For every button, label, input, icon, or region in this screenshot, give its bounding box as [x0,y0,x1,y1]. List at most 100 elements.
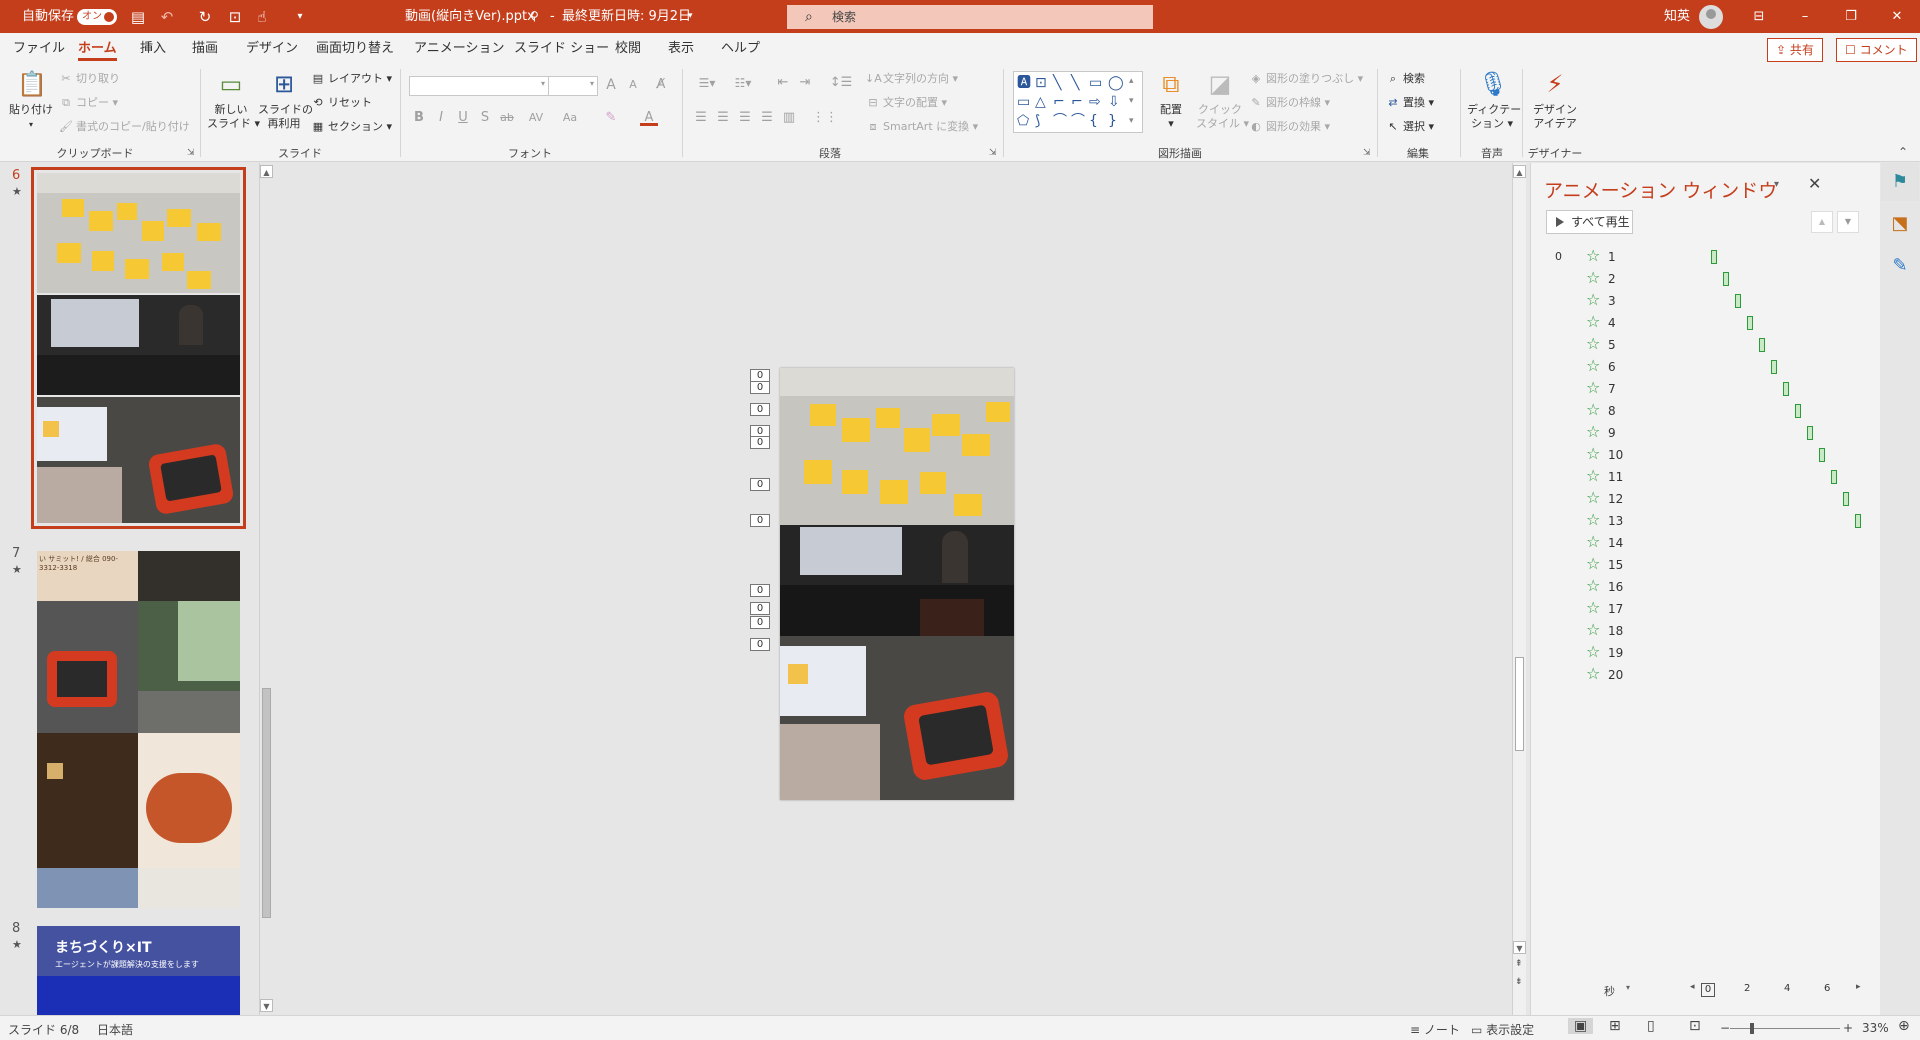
tab-help[interactable]: ヘルプ [721,33,760,65]
tab-insert[interactable]: 挿入 [140,33,166,65]
timeline-bar[interactable] [1819,448,1825,462]
animation-item[interactable]: ☆ 7 [1531,378,1881,400]
photo-presentation-room[interactable] [780,525,1014,636]
animation-item[interactable]: ☆ 6 [1531,356,1881,378]
user-name[interactable]: 知英 [1664,0,1690,33]
slide-thumbnail-7[interactable]: い サミット! / 総合 090-3312-3318 [37,551,240,908]
smartart-button[interactable]: ⧈ SmartArt に変換 ▾ [865,117,979,137]
shape-effects-button[interactable]: ◐ 図形の効果 ▾ [1248,117,1330,137]
design-ideas-button[interactable]: ⚡ デザイン アイデア [1529,69,1581,131]
comments-button[interactable]: ☐ コメント [1836,38,1917,62]
close-window-icon[interactable]: ✕ [1874,0,1920,33]
next-slide-icon[interactable]: ⇟ [1515,977,1523,987]
align-left-icon[interactable]: ☰ [692,108,710,128]
animation-item[interactable]: ☆ 12 [1531,488,1881,510]
tab-draw[interactable]: 描画 [192,33,218,65]
animation-item[interactable]: ☆ 5 [1531,334,1881,356]
animation-tag[interactable]: 0 [750,381,770,394]
numbering-icon[interactable]: ☷▾ [728,73,758,93]
last-saved[interactable]: 最終更新日時: 9月2日 [562,0,691,33]
tab-animations[interactable]: アニメーション [414,33,504,65]
align-text-button[interactable]: ⊟ 文字の配置 ▾ [865,93,947,113]
timeline-bar[interactable] [1759,338,1765,352]
timeline-bar[interactable] [1855,514,1861,528]
close-pane-icon[interactable]: ✕ [1808,174,1821,193]
tab-file[interactable]: ファイル [13,33,65,65]
slide-thumbnail-6[interactable] [31,167,246,529]
redo-icon[interactable]: ↻ [195,7,215,27]
photo-sticky-notes[interactable] [780,368,1014,525]
animation-tag[interactable]: 0 [750,602,770,615]
animation-item[interactable]: ☆ 15 [1531,554,1881,576]
shapes-gallery[interactable]: 🅰 ⊡ ╲ ╲ ▭ ◯ ▭ △ ⌐ ⌐ ⇨ ⇩ ⬠ ⟆ ⌒ ⌒{} ▴ ▾ ▾ [1013,71,1143,133]
align-right-icon[interactable]: ☰ [736,108,754,128]
highlight-icon[interactable]: ✎ [602,108,620,128]
display-settings-button[interactable]: ▭ 表示設定 [1471,1021,1534,1038]
char-spacing-button[interactable]: AV [522,108,550,128]
format-shape-icon[interactable]: ⬔ [1881,205,1919,243]
shape-outline-button[interactable]: ✎ 図形の枠線 ▾ [1248,93,1330,113]
decrease-indent-icon[interactable]: ⇤ [774,73,792,93]
timeline-bar[interactable] [1795,404,1801,418]
shrink-font-button[interactable]: A [624,75,642,95]
zoom-slider[interactable] [1730,1023,1840,1034]
previous-slide-icon[interactable]: ⇞ [1515,959,1523,969]
animation-item[interactable]: ☆ 10 [1531,444,1881,466]
grow-font-button[interactable]: A [602,75,620,95]
timeline-bar[interactable] [1807,426,1813,440]
paragraph-launcher-icon[interactable]: ⇲ [989,148,997,158]
new-slide-button[interactable]: ▭ 新しい スライド ▾ [207,69,260,131]
quick-styles-button[interactable]: ◪ クイック スタイル ▾ [1196,69,1249,131]
animation-item[interactable]: ☆ 9 [1531,422,1881,444]
tab-view[interactable]: 表示 [668,33,694,65]
timeline-bar[interactable] [1831,470,1837,484]
change-case-button[interactable]: Aa [556,108,584,128]
font-color-icon[interactable]: A [640,108,658,126]
shadow-button[interactable]: S [476,108,494,128]
share-button[interactable]: ⇪ 共有 [1767,38,1823,62]
tab-transitions[interactable]: 画面切り替え [316,33,394,65]
cut-button[interactable]: ✂ 切り取り [58,69,120,89]
thumbnails-scrollbar[interactable]: ▲ ▼ [259,163,273,1015]
reading-view-icon[interactable]: ▯ [1647,1018,1655,1034]
scroll-down-icon[interactable]: ▼ [260,999,273,1012]
zoom-in-icon[interactable]: + [1843,1021,1853,1035]
animation-item[interactable]: ☆ 19 [1531,642,1881,664]
timeline-bar[interactable] [1771,360,1777,374]
animation-item[interactable]: ☆ 16 [1531,576,1881,598]
animation-item[interactable]: ☆ 8 [1531,400,1881,422]
text-direction-button[interactable]: ↓A文字列の方向 ▾ [865,69,958,89]
format-painter-button[interactable]: 🖌 書式のコピー/貼り付け [58,117,190,137]
animation-tag[interactable]: 0 [750,616,770,629]
clipboard-launcher-icon[interactable]: ⇲ [187,148,195,158]
bold-button[interactable]: B [410,108,428,128]
animation-tag[interactable]: 0 [750,436,770,449]
animation-tag[interactable]: 0 [750,403,770,416]
align-center-icon[interactable]: ☰ [714,108,732,128]
animation-tag[interactable]: 0 [750,638,770,651]
arrange-button[interactable]: ⧉ 配置 ▾ [1152,69,1190,131]
restore-icon[interactable]: ❐ [1828,0,1874,33]
notes-button[interactable]: ≡ ノート [1410,1021,1460,1038]
touch-mode-icon[interactable]: ☝ [252,7,272,27]
clear-format-icon[interactable]: A̸ [652,75,670,95]
font-name-combo[interactable]: ▾ [409,76,549,96]
scroll-up-icon[interactable]: ▲ [260,165,273,178]
reset-button[interactable]: ⟲ リセット [310,93,372,113]
slide-editing-canvas[interactable]: 0 0 0 0 0 0 0 0 0 0 0 ▲ ▼ ⇞ ⇟ [280,163,1526,1015]
zoom-out-icon[interactable]: − [1720,1021,1730,1035]
animation-item[interactable]: ☆ 18 [1531,620,1881,642]
animation-item[interactable]: ☆ 2 [1531,268,1881,290]
zoom-slider-knob[interactable] [1750,1023,1754,1034]
current-slide[interactable] [780,368,1014,800]
underline-button[interactable]: U [454,108,472,128]
slide-thumbnail-8[interactable]: まちづくり×IT エージェントが課題解決の支援をします [37,926,240,1015]
animation-tag[interactable]: 0 [750,478,770,491]
animation-pane-toggle-icon[interactable]: ⚑ [1881,163,1919,201]
columns-icon[interactable]: ⋮⋮ [812,108,838,128]
find-button[interactable]: ⌕ 検索 [1385,69,1425,89]
fit-to-window-icon[interactable]: ⊕ [1898,1018,1910,1034]
move-down-icon[interactable]: ▼ [1837,211,1859,233]
scrollbar-thumb[interactable] [262,688,271,918]
animation-item[interactable]: ☆ 11 [1531,466,1881,488]
